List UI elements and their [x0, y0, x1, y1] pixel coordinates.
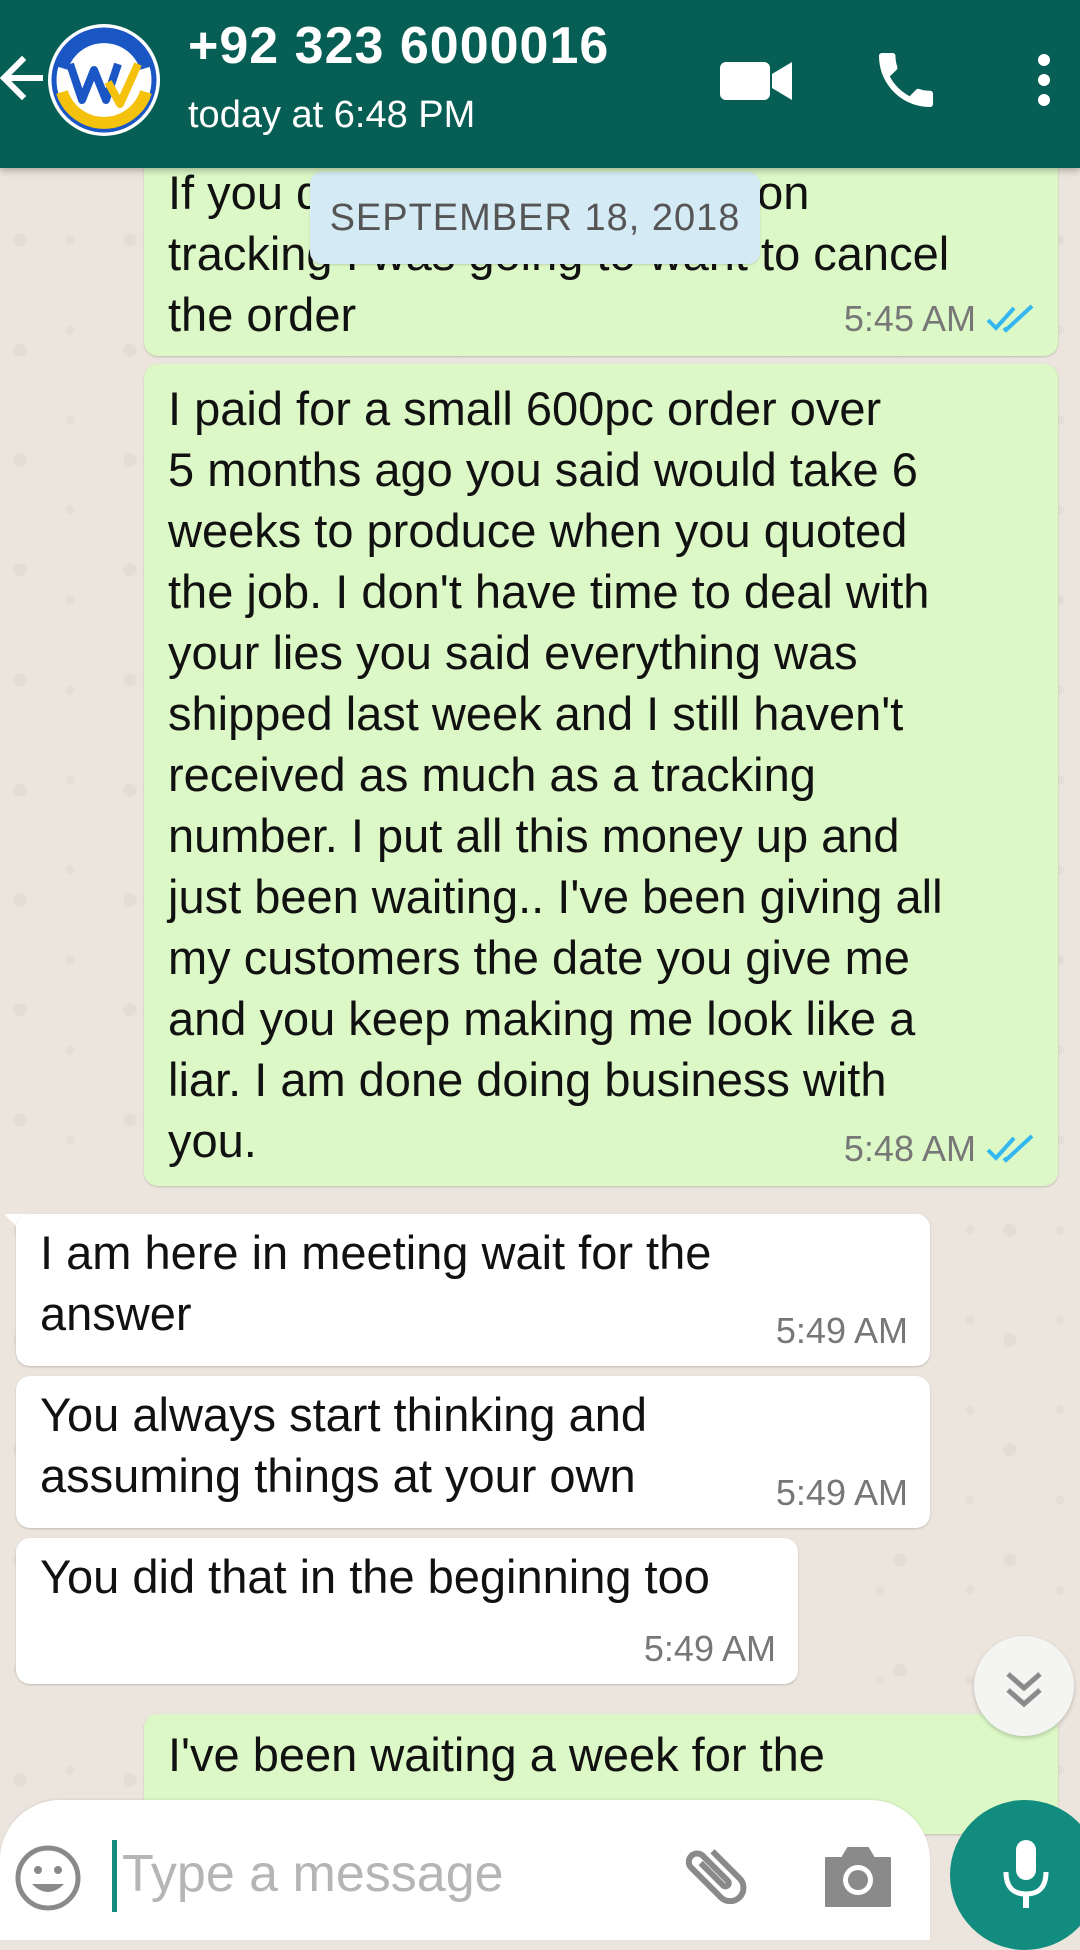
company-logo — [51, 27, 157, 133]
phone-icon[interactable] — [870, 44, 950, 116]
contact-name[interactable]: +92 323 6000016 — [188, 16, 609, 76]
text-cursor — [112, 1840, 117, 1912]
message-composer: Type a message — [0, 1800, 930, 1940]
message-text: I paid for a small 600pc order over 5 mo… — [168, 382, 943, 1167]
message-time: 5:48 AM — [843, 1128, 976, 1169]
microphone-button[interactable] — [950, 1800, 1080, 1950]
camera-icon[interactable] — [820, 1842, 896, 1912]
message-text: I've been waiting a week for the — [168, 1728, 825, 1781]
microphone-icon — [1003, 1840, 1049, 1908]
message-meta: 5:45 AM — [844, 298, 1036, 340]
more-vertical-icon[interactable] — [1022, 44, 1066, 116]
paperclip-icon[interactable] — [676, 1836, 756, 1916]
message-meta: 5:49 AM — [776, 1472, 908, 1514]
message-bubble-incoming[interactable]: You did that in the beginning too 5:49 A… — [16, 1538, 798, 1684]
message-bubble-incoming[interactable]: I am here in meeting wait for the answer… — [16, 1214, 930, 1366]
message-time: 5:49 AM — [775, 1472, 908, 1513]
message-time: 5:49 AM — [775, 1310, 908, 1351]
message-meta: 5:49 AM — [776, 1310, 908, 1352]
emoji-icon[interactable] — [10, 1840, 86, 1916]
last-seen-status: today at 6:48 PM — [188, 94, 476, 136]
message-text: You did that in the beginning too — [40, 1550, 710, 1603]
message-meta: 5:48 AM — [844, 1128, 1036, 1170]
double-check-read-icon — [986, 1134, 1034, 1163]
video-camera-icon[interactable] — [716, 44, 796, 116]
message-text: I am here in meeting wait for the answer — [40, 1226, 712, 1340]
chat-header: +92 323 6000016 today at 6:48 PM — [0, 0, 1080, 168]
chevrons-down-icon[interactable] — [974, 1636, 1074, 1736]
message-bubble-incoming[interactable]: You always start thinking and assuming t… — [16, 1376, 930, 1528]
message-time: 5:49 AM — [643, 1628, 776, 1669]
message-input[interactable]: Type a message — [122, 1844, 504, 1904]
arrow-left-icon[interactable] — [0, 48, 48, 108]
message-bubble-outgoing[interactable]: I paid for a small 600pc order over 5 mo… — [144, 364, 1058, 1186]
message-meta: 5:49 AM — [644, 1628, 776, 1670]
date-chip: SEPTEMBER 18, 2018 — [310, 172, 760, 264]
message-text: You always start thinking and assuming t… — [40, 1388, 648, 1502]
avatar[interactable] — [48, 24, 160, 136]
double-check-read-icon — [986, 304, 1034, 333]
message-time: 5:45 AM — [843, 298, 976, 339]
